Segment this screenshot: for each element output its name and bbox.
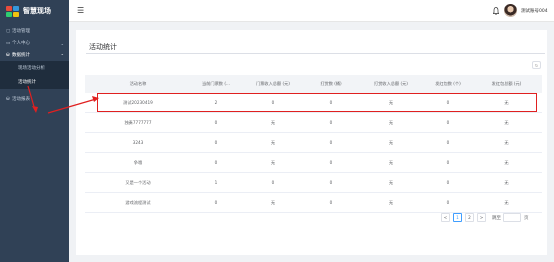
table-header: 活动名称 当前门票数 (... 门票收入总额 (元) 打赏数 (桶) 打赏收入总… xyxy=(85,75,542,93)
column-header: 发红包总额 (元) xyxy=(491,81,522,86)
refresh-icon: ↻ xyxy=(534,62,539,68)
column-header: 门票收入总额 (元) xyxy=(256,81,290,86)
table-cell: 无 xyxy=(388,159,394,165)
table-cell: 0 xyxy=(446,160,450,165)
activity-name-cell: 争哦 xyxy=(133,159,143,165)
sidebar-item-data-statistics[interactable]: ⛁ 数据统计 ⌃ xyxy=(0,49,69,61)
activity-name-cell: 游戏流程测试 xyxy=(125,199,151,205)
table-cell: 0 xyxy=(329,120,333,125)
table-cell: 0 xyxy=(329,140,333,145)
table-cell: 0 xyxy=(214,120,218,125)
page-button-1[interactable]: 1 xyxy=(453,213,462,222)
page-title: 活动统计 xyxy=(89,43,117,51)
table-cell: 无 xyxy=(504,99,509,105)
logo-text: 智慧现场 xyxy=(23,7,51,15)
table-cell: 无 xyxy=(388,139,394,145)
table-cell: 无 xyxy=(504,199,509,205)
divider xyxy=(86,53,545,54)
pagination: < 1 2 > 跳至 页 xyxy=(441,213,529,222)
sidebar: 智慧现场 ▢ 活动管理 ▭ 个人中心 ⌄ ⛁ 数据统计 ⌃ 现场活动分析 活动统… xyxy=(0,0,69,262)
table-cell: 无 xyxy=(504,179,509,185)
top-bar: ☰ 测试账号004 xyxy=(69,0,554,22)
sidebar-item-activity-report[interactable]: ⛁ 活动报表 xyxy=(0,93,69,105)
table-cell: 无 xyxy=(270,199,276,205)
next-page-button[interactable]: > xyxy=(477,213,486,222)
table-cell: 无 xyxy=(388,99,394,105)
page-unit-label: 页 xyxy=(524,215,529,221)
table-cell: 0 xyxy=(329,200,333,205)
column-header: 当前门票数 (... xyxy=(202,81,230,86)
username[interactable]: 测试账号004 xyxy=(521,8,548,14)
prev-page-button[interactable]: < xyxy=(441,213,450,222)
table-cell: 0 xyxy=(446,120,450,125)
table-row: 测试20230419 2 0 0 无 0 无 xyxy=(85,93,542,113)
table-cell: 0 xyxy=(446,100,450,105)
page-button-2[interactable]: 2 xyxy=(465,213,474,222)
table-cell: 无 xyxy=(270,119,276,125)
sidebar-item-activity-statistics[interactable]: 活动统计 xyxy=(0,75,69,89)
sidebar-item-label: 现场活动分析 xyxy=(18,66,45,71)
sidebar-item-personal-center[interactable]: ▭ 个人中心 ⌄ xyxy=(0,37,69,49)
table-row: 又是一个活动 1 0 0 无 0 无 xyxy=(85,173,542,193)
table-cell: 0 xyxy=(329,100,333,105)
bell-icon[interactable] xyxy=(493,7,499,15)
table-cell: 无 xyxy=(388,119,394,125)
table-row: 争哦 0 无 0 无 0 无 xyxy=(85,153,542,173)
column-header: 打赏数 (桶) xyxy=(320,81,342,86)
sidebar-item-label: 活动统计 xyxy=(18,80,36,85)
table-cell: 无 xyxy=(270,159,276,165)
logo: 智慧现场 xyxy=(0,0,69,22)
table-cell: 无 xyxy=(504,139,509,145)
table-cell: 2 xyxy=(214,100,218,105)
table-cell: 无 xyxy=(270,139,276,145)
table-cell: 无 xyxy=(388,179,394,185)
activity-name-cell: 3243 xyxy=(132,140,144,145)
table-cell: 0 xyxy=(329,160,333,165)
table-row: 3243 0 无 0 无 0 无 xyxy=(85,133,542,153)
sidebar-item-label: 活动管理 xyxy=(12,29,30,34)
table-cell: 无 xyxy=(504,119,509,125)
table-cell: 0 xyxy=(214,160,218,165)
column-header: 活动名称 xyxy=(129,81,147,86)
table-row: 独奏7777777 0 无 0 无 0 无 xyxy=(85,113,542,133)
activity-name-cell: 又是一个活动 xyxy=(125,179,151,185)
table-cell: 1 xyxy=(214,180,218,185)
column-header: 发红包数 (个) xyxy=(435,81,461,86)
main-content: 活动统计 ↻ 活动名称 当前门票数 (... 门票收入总额 (元) 打赏数 (桶… xyxy=(76,30,547,255)
sidebar-item-label: 数据统计 xyxy=(12,53,30,58)
table-cell: 0 xyxy=(329,180,333,185)
table-body: 测试20230419 2 0 0 无 0 无独奏7777777 0 无 0 无 0 无 3243 0 无 0 无 0… xyxy=(85,93,542,213)
goto-page-input[interactable] xyxy=(503,213,521,222)
chevron-down-icon: ⌄ xyxy=(60,40,64,46)
statistics-table: 活动名称 当前门票数 (... 门票收入总额 (元) 打赏数 (桶) 打赏收入总… xyxy=(85,75,542,213)
goto-label: 跳至 xyxy=(492,215,501,221)
table-cell: 0 xyxy=(214,200,218,205)
sidebar-submenu: 现场活动分析 活动统计 xyxy=(0,61,69,89)
sidebar-item-activity-management[interactable]: ▢ 活动管理 xyxy=(0,25,69,37)
chevron-up-icon: ⌃ xyxy=(60,52,64,58)
menu-toggle-icon[interactable]: ☰ xyxy=(77,6,84,15)
table-cell: 0 xyxy=(446,180,450,185)
activity-name-cell: 独奏7777777 xyxy=(124,119,152,125)
avatar[interactable] xyxy=(504,4,517,17)
activity-name-cell: 测试20230419 xyxy=(123,99,153,105)
table-cell: 无 xyxy=(388,199,394,205)
table-cell: 0 xyxy=(446,140,450,145)
sidebar-item-onsite-analysis[interactable]: 现场活动分析 xyxy=(0,61,69,75)
table-cell: 0 xyxy=(446,200,450,205)
sidebar-item-label: 活动报表 xyxy=(12,97,30,102)
logo-icon xyxy=(6,5,19,17)
refresh-button[interactable]: ↻ xyxy=(532,61,541,69)
column-header: 打赏收入总额 (元) xyxy=(374,81,408,86)
table-cell: 0 xyxy=(271,180,275,185)
sidebar-item-label: 个人中心 xyxy=(12,41,30,46)
table-cell: 0 xyxy=(271,100,275,105)
table-row: 游戏流程测试 0 无 0 无 0 无 xyxy=(85,193,542,213)
table-cell: 无 xyxy=(504,159,509,165)
table-cell: 0 xyxy=(214,140,218,145)
